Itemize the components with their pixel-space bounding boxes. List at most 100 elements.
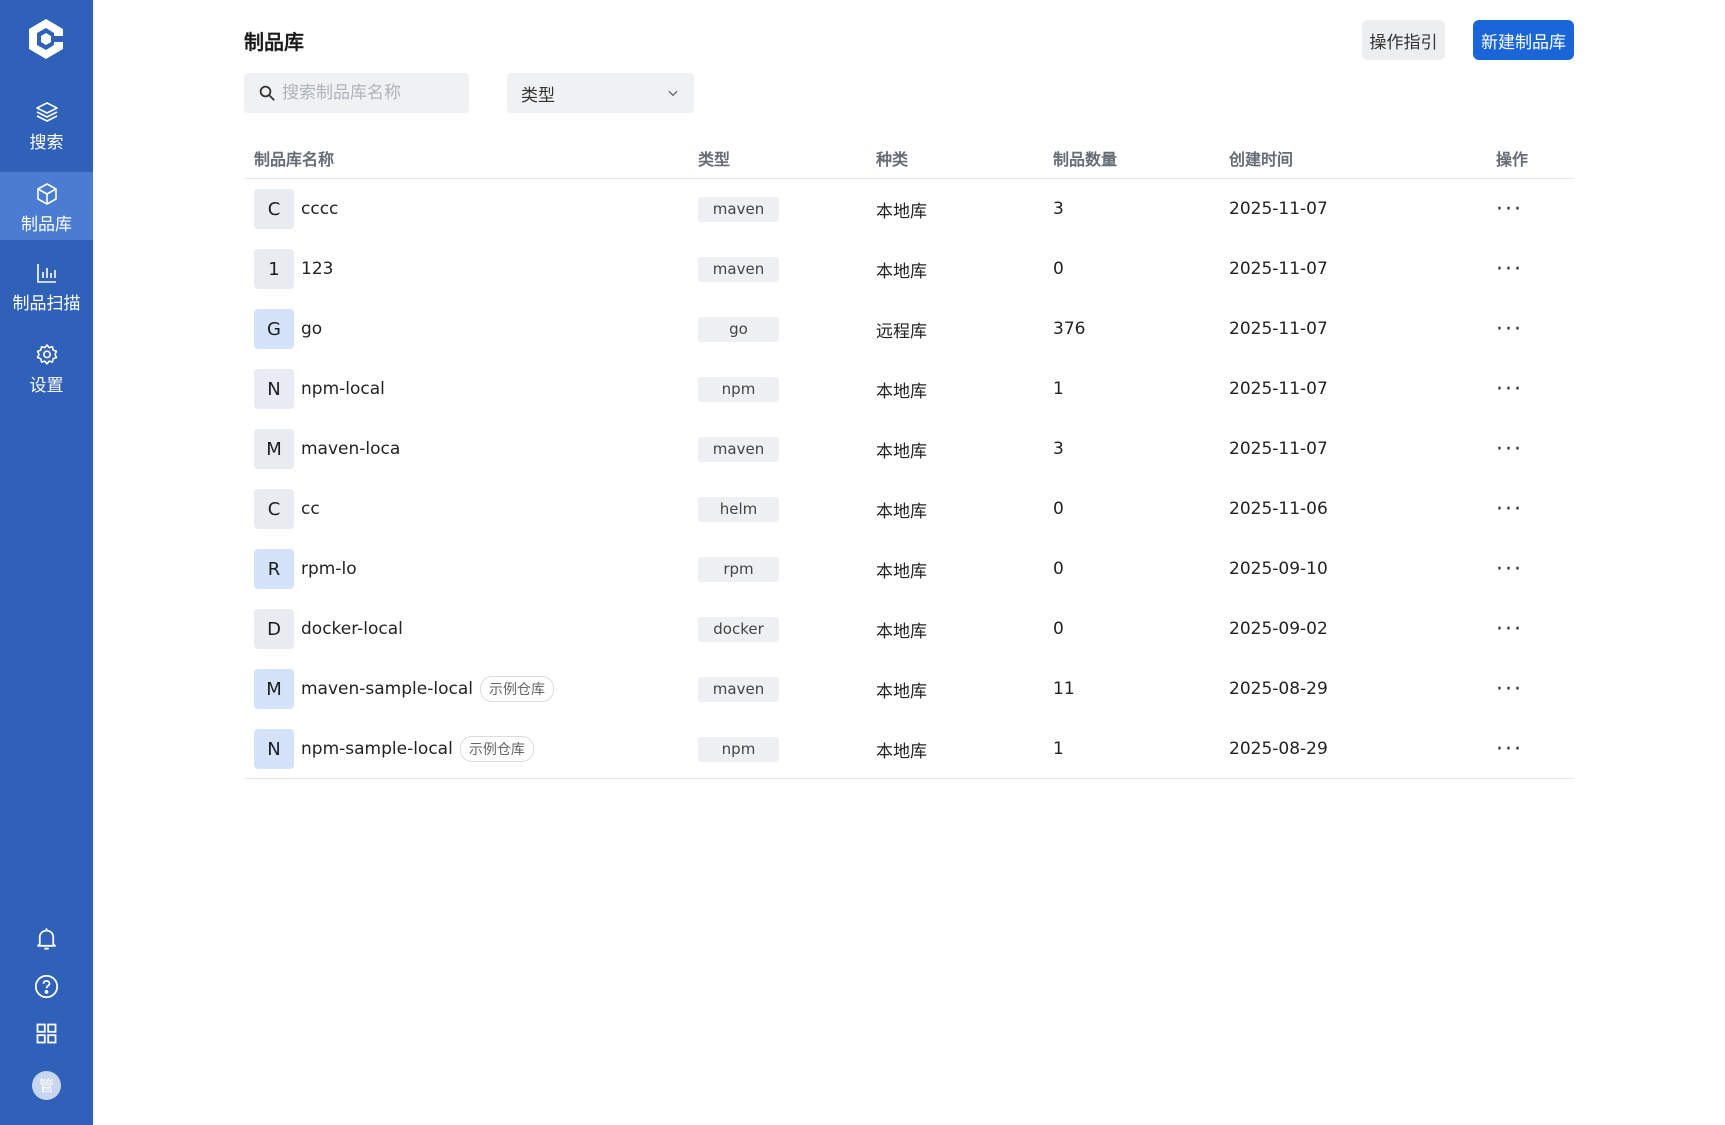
repo-name-cell: Ccc xyxy=(254,479,320,539)
repo-count-cell: 3 xyxy=(1053,439,1064,459)
repo-type-tag: maven xyxy=(698,196,779,222)
repo-count-cell: 3 xyxy=(1053,199,1064,219)
repo-created-cell: 2025-11-07 xyxy=(1229,199,1328,219)
repo-type-tag: rpm xyxy=(698,556,779,582)
type-select[interactable]: 类型 xyxy=(507,73,694,113)
repo-kind-cell: 本地库 xyxy=(876,201,927,222)
repo-kind-cell: 远程库 xyxy=(876,321,927,342)
column-header-name: 制品库名称 xyxy=(254,150,335,169)
repo-name-link[interactable]: npm-sample-local xyxy=(301,739,453,759)
table-row[interactable]: Rrpm-lo rpm 本地库 0 2025-09-10 ··· xyxy=(244,539,1574,599)
repo-kind-cell: 本地库 xyxy=(876,561,927,582)
table-row[interactable]: Ggo go 远程库 376 2025-11-07 ··· xyxy=(244,299,1574,359)
more-icon: ··· xyxy=(1496,376,1523,402)
guide-button[interactable]: 操作指引 xyxy=(1362,20,1445,60)
repo-type-cell: maven xyxy=(698,659,779,719)
repo-name-cell: Ggo xyxy=(254,299,322,359)
repo-type-cell: npm xyxy=(698,359,779,419)
more-icon: ··· xyxy=(1496,496,1523,522)
repo-name-link[interactable]: go xyxy=(301,319,322,339)
more-actions-button[interactable]: ··· xyxy=(1496,479,1523,539)
repo-name-link[interactable]: cc xyxy=(301,499,320,519)
repo-type-cell: maven xyxy=(698,239,779,299)
sample-repo-tag: 示例仓库 xyxy=(479,676,554,702)
avatar[interactable]: 管 xyxy=(32,1071,61,1100)
repo-name-cell: Mmaven-sample-local 示例仓库 xyxy=(254,659,554,719)
table-row[interactable]: Ddocker-local docker 本地库 0 2025-09-02 ··· xyxy=(244,599,1574,659)
sidebar-item-scan[interactable]: 制品扫描 xyxy=(0,251,93,319)
more-icon: ··· xyxy=(1496,196,1523,222)
more-actions-button[interactable]: ··· xyxy=(1496,359,1523,419)
table-row[interactable]: Mmaven-sample-local 示例仓库 maven 本地库 11 2025-08… xyxy=(244,659,1574,719)
repo-letter-avatar: C xyxy=(254,489,294,529)
repo-kind-cell: 本地库 xyxy=(876,501,927,522)
sidebar-item-settings[interactable]: 设置 xyxy=(0,333,93,401)
repo-name-link[interactable]: maven-sample-local xyxy=(301,679,473,699)
repo-name-cell: 1 123 xyxy=(254,239,333,299)
sidebar-item-label: 设置 xyxy=(29,376,64,396)
repo-count-cell: 0 xyxy=(1053,259,1064,279)
more-actions-button[interactable]: ··· xyxy=(1496,659,1523,719)
type-select-label: 类型 xyxy=(521,85,555,106)
more-actions-button[interactable]: ··· xyxy=(1496,539,1523,599)
repo-type-tag: go xyxy=(698,316,779,342)
table-row[interactable]: Nnpm-sample-local 示例仓库 npm 本地库 1 2025-08-29 ··… xyxy=(244,719,1574,779)
repo-name-link[interactable]: docker-local xyxy=(301,619,403,639)
logo-icon[interactable] xyxy=(23,16,69,62)
new-repository-button[interactable]: 新建制品库 xyxy=(1473,20,1574,60)
more-actions-button[interactable]: ··· xyxy=(1496,719,1523,779)
repo-name-link[interactable]: rpm-lo xyxy=(301,559,357,579)
repo-name-cell: Nnpm-sample-local 示例仓库 xyxy=(254,719,534,779)
repo-type-cell: docker xyxy=(698,599,779,659)
repo-type-cell: helm xyxy=(698,479,779,539)
repo-letter-avatar: R xyxy=(254,549,294,589)
table-row[interactable]: Ccccc maven 本地库 3 2025-11-07 ··· xyxy=(244,179,1574,239)
more-icon: ··· xyxy=(1496,736,1523,762)
page-title: 制品库 xyxy=(244,30,304,54)
column-header-actions: 操作 xyxy=(1496,150,1529,169)
more-actions-button[interactable]: ··· xyxy=(1496,299,1523,359)
repo-created-cell: 2025-09-02 xyxy=(1229,619,1328,639)
repo-type-cell: maven xyxy=(698,179,779,239)
sidebar-item-search[interactable]: 搜索 xyxy=(0,90,93,158)
table-row[interactable]: Ccc helm 本地库 0 2025-11-06 ··· xyxy=(244,479,1574,539)
sample-repo-tag: 示例仓库 xyxy=(459,736,534,762)
more-icon: ··· xyxy=(1496,436,1523,462)
search-input[interactable] xyxy=(282,83,462,103)
repo-name-cell: Ddocker-local xyxy=(254,599,403,659)
bell-icon[interactable] xyxy=(33,925,60,952)
more-icon: ··· xyxy=(1496,676,1523,702)
repo-name-cell: Nnpm-local xyxy=(254,359,385,419)
repo-type-tag: npm xyxy=(698,736,779,762)
repo-count-cell: 1 xyxy=(1053,379,1064,399)
table-header: 制品库名称 类型 种类 制品数量 创建时间 操作 xyxy=(244,134,1574,179)
sidebar-item-repos[interactable]: 制品库 xyxy=(0,172,93,240)
repo-name-link[interactable]: maven-loca xyxy=(301,439,400,459)
repo-count-cell: 0 xyxy=(1053,499,1064,519)
repo-type-cell: npm xyxy=(698,719,779,779)
column-header-count: 制品数量 xyxy=(1053,150,1118,169)
repo-letter-avatar: N xyxy=(254,369,294,409)
help-icon[interactable] xyxy=(33,973,60,1000)
repo-count-cell: 0 xyxy=(1053,559,1064,579)
repo-name-link[interactable]: npm-local xyxy=(301,379,385,399)
search-box[interactable] xyxy=(244,73,469,113)
more-actions-button[interactable]: ··· xyxy=(1496,239,1523,299)
repo-type-tag: maven xyxy=(698,256,779,282)
more-actions-button[interactable]: ··· xyxy=(1496,599,1523,659)
more-actions-button[interactable]: ··· xyxy=(1496,179,1523,239)
repo-count-cell: 376 xyxy=(1053,319,1086,339)
repo-name-link[interactable]: cccc xyxy=(301,199,338,219)
more-actions-button[interactable]: ··· xyxy=(1496,419,1523,479)
table-row[interactable]: Nnpm-local npm 本地库 1 2025-11-07 ··· xyxy=(244,359,1574,419)
box-icon xyxy=(36,183,57,205)
table-row[interactable]: Mmaven-loca maven 本地库 3 2025-11-07 ··· xyxy=(244,419,1574,479)
repo-count-cell: 0 xyxy=(1053,619,1064,639)
chevron-down-icon xyxy=(668,90,678,97)
apps-grid-icon[interactable] xyxy=(33,1020,60,1047)
repo-kind-cell: 本地库 xyxy=(876,681,927,702)
repo-letter-avatar: C xyxy=(254,189,294,229)
repo-name-link[interactable]: 123 xyxy=(301,259,333,279)
repo-created-cell: 2025-11-07 xyxy=(1229,379,1328,399)
table-row[interactable]: 1 123 maven 本地库 0 2025-11-07 ··· xyxy=(244,239,1574,299)
